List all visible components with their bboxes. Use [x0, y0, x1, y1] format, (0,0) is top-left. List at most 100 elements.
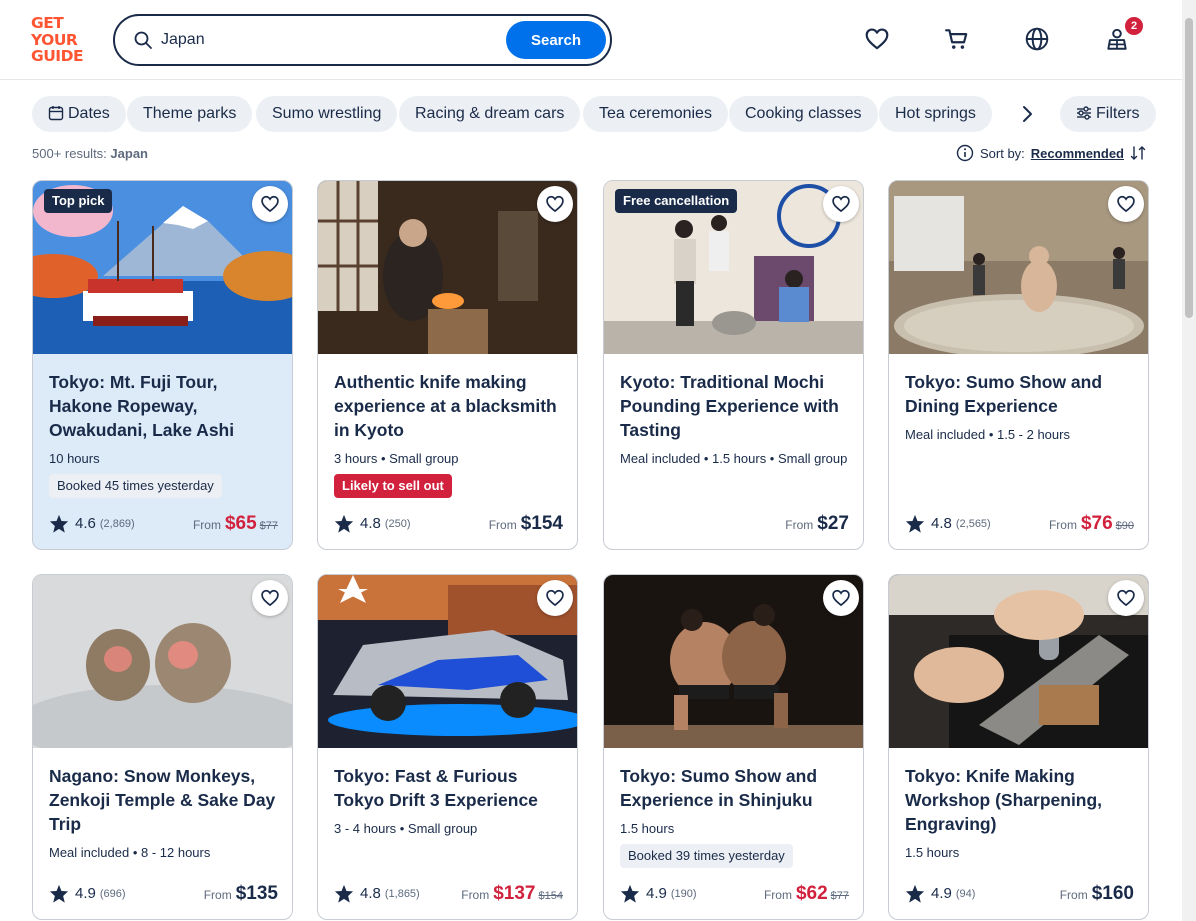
rating: 4.9 (696) [49, 884, 126, 903]
wishlist-button[interactable] [823, 580, 859, 616]
scroll-thumb[interactable] [1185, 18, 1193, 318]
activity-image [318, 181, 577, 354]
chip-theme-parks[interactable]: Theme parks [127, 96, 253, 132]
original-price: $90 [1115, 520, 1134, 532]
price-amount: $137 [493, 883, 536, 904]
filters-button[interactable]: Filters [1060, 96, 1156, 132]
search-icon [134, 31, 152, 49]
activity-title[interactable]: Tokyo: Fast & Furious Tokyo Drift 3 Expe… [334, 764, 563, 812]
activity-title[interactable]: Tokyo: Mt. Fuji Tour, Hakone Ropeway, Ow… [49, 370, 278, 442]
price-amount: $62 [795, 883, 828, 904]
sort-arrows-icon[interactable] [1130, 145, 1146, 161]
price: From $154 [489, 513, 563, 535]
activity-image [889, 181, 1148, 354]
review-count: (250) [384, 517, 411, 530]
activity-card[interactable]: Nagano: Snow Monkeys, Zenkoji Temple & S… [32, 574, 293, 920]
price-from: From [785, 518, 814, 532]
activity-card[interactable]: Tokyo: Knife Making Workshop (Sharpening… [888, 574, 1149, 920]
wishlist-button[interactable] [252, 186, 288, 222]
activity-image [604, 575, 863, 748]
activity-title[interactable]: Tokyo: Sumo Show and Experience in Shinj… [620, 764, 849, 812]
review-count: (2,565) [955, 517, 991, 530]
star-icon [905, 884, 925, 903]
activity-meta: Meal included • 1.5 - 2 hours [905, 427, 1070, 442]
rating-value: 4.9 [931, 885, 952, 902]
price-from: From [763, 888, 792, 902]
filters-label: Filters [1096, 105, 1140, 122]
activity-card[interactable]: Tokyo: Sumo Show and Experience in Shinj… [603, 574, 864, 920]
activity-card[interactable]: Tokyo: Sumo Show and Dining Experience M… [888, 180, 1149, 550]
wishlist-button[interactable] [537, 186, 573, 222]
globe-icon[interactable] [1024, 26, 1050, 52]
wishlist-button[interactable] [537, 580, 573, 616]
info-icon[interactable] [956, 144, 974, 162]
activity-meta: 1.5 hours [620, 821, 675, 836]
price: From $135 [204, 883, 278, 905]
activity-card[interactable]: Tokyo: Fast & Furious Tokyo Drift 3 Expe… [317, 574, 578, 920]
activity-title[interactable]: Tokyo: Sumo Show and Dining Experience [905, 370, 1134, 418]
price-amount: $154 [520, 513, 563, 534]
activity-image [889, 575, 1148, 748]
activity-meta: 3 - 4 hours • Small group [334, 821, 478, 836]
heart-icon [261, 589, 279, 607]
rating: 4.6 (2,869) [49, 514, 135, 533]
original-price: $154 [538, 890, 563, 902]
star-icon [905, 514, 925, 533]
price-amount: $27 [817, 513, 849, 534]
wishlist-button[interactable] [823, 186, 859, 222]
getyourguide-logo[interactable]: GET YOUR GUIDE [31, 15, 91, 64]
price: From $160 [1060, 883, 1134, 905]
cart-icon[interactable] [944, 26, 970, 52]
logo-line-2: YOUR [31, 30, 78, 49]
sort-value[interactable]: Recommended [1031, 146, 1124, 161]
booked-badge: Booked 39 times yesterday [620, 844, 793, 868]
chevron-right-icon[interactable] [1009, 96, 1045, 132]
review-count: (190) [670, 887, 697, 900]
search-input[interactable] [161, 26, 501, 54]
results-query: Japan [110, 146, 148, 161]
top-pick-tag: Top pick [44, 189, 113, 213]
activity-title[interactable]: Nagano: Snow Monkeys, Zenkoji Temple & S… [49, 764, 278, 836]
activity-image: Free cancellation [604, 181, 863, 354]
activity-title[interactable]: Authentic knife making experience at a b… [334, 370, 563, 442]
activity-title[interactable]: Kyoto: Traditional Mochi Pounding Experi… [620, 370, 849, 442]
rating-value: 4.9 [646, 885, 667, 902]
chip-sumo-wrestling[interactable]: Sumo wrestling [256, 96, 398, 132]
review-count: (696) [99, 887, 126, 900]
calendar-icon [48, 106, 64, 121]
rating-value: 4.6 [75, 515, 96, 532]
activity-card[interactable]: Authentic knife making experience at a b… [317, 180, 578, 550]
chip-cooking-classes[interactable]: Cooking classes [729, 96, 878, 132]
price-from: From [192, 518, 221, 532]
price-amount: $160 [1091, 883, 1134, 904]
wishlist-button[interactable] [1108, 580, 1144, 616]
rating: 4.8 (2,565) [905, 514, 991, 533]
rating: 4.9 (190) [620, 884, 697, 903]
rating-value: 4.8 [360, 885, 381, 902]
results-count: 500+ results: [32, 146, 107, 161]
cart-count-badge: 2 [1125, 17, 1143, 35]
chip-hot-springs[interactable]: Hot springs [879, 96, 992, 132]
chip-tea-ceremonies[interactable]: Tea ceremonies [583, 96, 728, 132]
heart-icon[interactable] [864, 26, 890, 52]
sort-label: Sort by: [980, 145, 1025, 161]
wishlist-button[interactable] [1108, 186, 1144, 222]
activity-title[interactable]: Tokyo: Knife Making Workshop (Sharpening… [905, 764, 1134, 836]
sort-control[interactable]: Sort by: Recommended [956, 144, 1146, 162]
activity-card[interactable]: Top pick Tokyo: Mt. Fuji Tour, Hakone Ro… [32, 180, 293, 550]
chip-racing-dream-cars[interactable]: Racing & dream cars [399, 96, 581, 132]
star-icon [49, 884, 69, 903]
dates-filter-chip[interactable]: Dates [32, 96, 126, 132]
activity-card[interactable]: Free cancellation Kyoto: Traditional Moc… [603, 180, 864, 550]
search-button[interactable]: Search [506, 21, 606, 59]
price-from: From [1048, 518, 1077, 532]
star-icon [620, 884, 640, 903]
wishlist-button[interactable] [252, 580, 288, 616]
page-scrollbar[interactable] [1182, 0, 1196, 921]
price-amount: $135 [235, 883, 278, 904]
price-from: From [488, 518, 517, 532]
price-amount: $76 [1080, 513, 1113, 534]
activity-meta: Meal included • 8 - 12 hours [49, 845, 211, 860]
original-price: $77 [830, 890, 849, 902]
heart-icon [1117, 195, 1135, 213]
